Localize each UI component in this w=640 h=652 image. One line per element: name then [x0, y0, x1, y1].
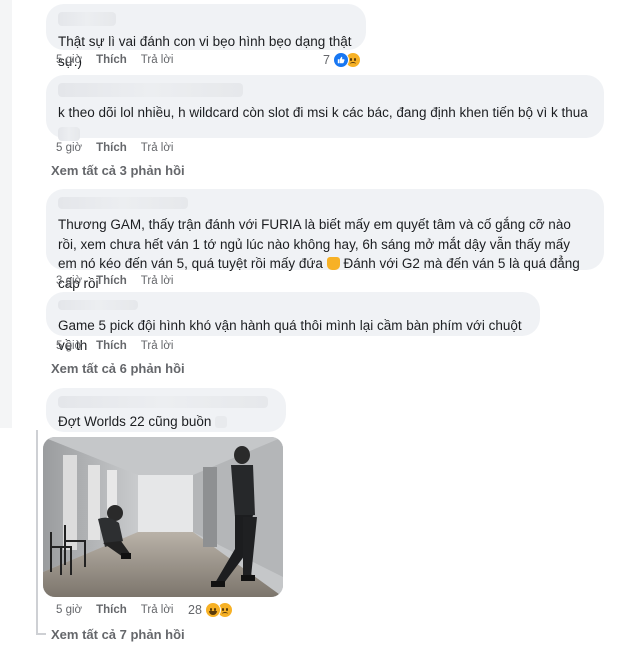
reply-button[interactable]: Trả lời	[141, 604, 174, 616]
see-all-replies-link[interactable]: Xem tất cả 6 phản hồi	[51, 361, 185, 376]
comment-text: Đợt Worlds 22 cũng buồn	[58, 412, 274, 432]
see-all-replies-link[interactable]: Xem tất cả 7 phản hồi	[51, 627, 185, 642]
comment-bubble: Thật sự lì vai đánh con vi bẹo hình bẹo …	[46, 4, 366, 69]
commenter-name-blurred	[58, 396, 268, 408]
commenter-name-blurred	[58, 83, 243, 97]
hallway-photo	[43, 437, 283, 597]
like-button[interactable]: Thích	[96, 275, 127, 287]
haha-reaction-icon	[204, 602, 221, 618]
reaction-summary[interactable]: 7	[323, 52, 361, 68]
commenter-name-blurred	[58, 12, 116, 26]
comment-time[interactable]: 3 giờ	[56, 275, 82, 287]
comment-bubble: k theo dõi lol nhiều, h wildcard còn slo…	[46, 75, 604, 141]
thumbs-up-emoji	[326, 257, 340, 270]
comment-text: k theo dõi lol nhiều, h wildcard còn slo…	[58, 105, 588, 120]
blurred-fragment	[58, 127, 80, 141]
comment-bubble: Thương GAM, thấy trận đánh với FURIA là …	[46, 189, 604, 291]
like-button[interactable]: Thích	[96, 604, 127, 616]
comment-bubble: Game 5 pick đội hình khó vận hành quá th…	[46, 292, 540, 353]
blurred-emoji	[215, 416, 228, 429]
comment-text: Thật sự lì vai đánh con vi bẹo hình bẹo …	[58, 34, 352, 69]
reply-button[interactable]: Trả lời	[141, 142, 174, 154]
like-button[interactable]: Thích	[96, 54, 127, 66]
left-rail	[0, 0, 12, 428]
comment-time[interactable]: 5 giờ	[56, 604, 82, 616]
reaction-count: 28	[188, 603, 202, 617]
comment-actions: 5 giờ Thích Trả lời	[56, 604, 173, 616]
comment-photo[interactable]	[43, 437, 283, 597]
reply-button[interactable]: Trả lời	[141, 275, 174, 287]
comment-time[interactable]: 5 giờ	[56, 54, 82, 66]
comment-actions: 5 giờ Thích Trả lời	[56, 142, 173, 154]
like-reaction-icon	[332, 52, 349, 68]
like-button[interactable]: Thích	[96, 340, 127, 352]
commenter-name-blurred	[58, 300, 138, 310]
thread-line-corner	[36, 633, 46, 635]
see-all-replies-link[interactable]: Xem tất cả 3 phản hồi	[51, 163, 185, 178]
reply-button[interactable]: Trả lời	[141, 54, 174, 66]
reply-button[interactable]: Trả lời	[141, 340, 174, 352]
reaction-summary[interactable]: 28	[188, 602, 233, 618]
comment-actions: 5 giờ Thích Trả lời	[56, 340, 173, 352]
commenter-name-blurred	[58, 197, 188, 209]
comment-bubble: Đợt Worlds 22 cũng buồn	[46, 388, 286, 432]
comment-actions: 3 giờ Thích Trả lời	[56, 275, 173, 287]
reaction-count: 7	[323, 53, 330, 67]
comment-actions: 5 giờ Thích Trả lời	[56, 54, 173, 66]
comment-time[interactable]: 5 giờ	[56, 340, 82, 352]
comment-time[interactable]: 5 giờ	[56, 142, 82, 154]
thread-line	[36, 430, 38, 635]
comment-text-content: Đợt Worlds 22 cũng buồn	[58, 414, 212, 429]
like-button[interactable]: Thích	[96, 142, 127, 154]
